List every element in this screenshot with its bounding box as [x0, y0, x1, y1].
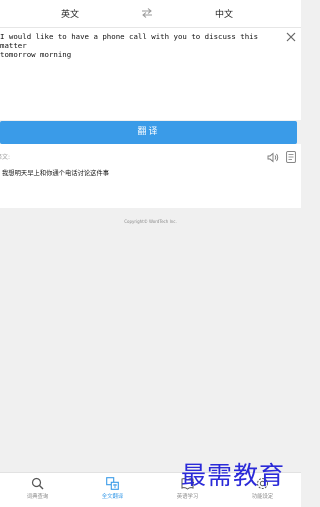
search-icon [31, 477, 44, 490]
copyright-text: Copyright© WordTech Inc. [124, 219, 177, 224]
copy-icon[interactable] [286, 151, 296, 163]
source-text-input[interactable]: I would like to have a phone call with y… [0, 32, 280, 59]
close-icon[interactable] [285, 31, 297, 43]
tab-dictionary[interactable]: 词典查询 [0, 473, 75, 507]
result-label: 译文: [0, 154, 11, 161]
source-language[interactable]: 英文 [61, 7, 79, 20]
tab-full-translation[interactable]: 全文翻译 [75, 473, 150, 507]
tab-label: 英语学习 [176, 494, 199, 500]
watermark: 最需教育 [181, 461, 286, 490]
result-text: 我想明天早上和你通个电话讨论这件事 [2, 170, 110, 177]
target-language[interactable]: 中文 [215, 7, 233, 20]
source-input-area[interactable]: I would like to have a phone call with y… [0, 28, 301, 120]
swap-icon[interactable] [141, 8, 153, 18]
translate-icon [106, 477, 119, 490]
language-bar: 英文 中文 [0, 0, 301, 28]
tab-label: 功能设定 [251, 494, 274, 500]
result-panel: 译文: 我想明天早上和你通个电话讨论这件事 [0, 144, 301, 208]
tab-label: 全文翻译 [101, 494, 124, 500]
speaker-icon[interactable] [267, 152, 279, 163]
translate-button[interactable]: 翻译 [0, 121, 297, 144]
tab-label: 词典查询 [26, 494, 49, 500]
